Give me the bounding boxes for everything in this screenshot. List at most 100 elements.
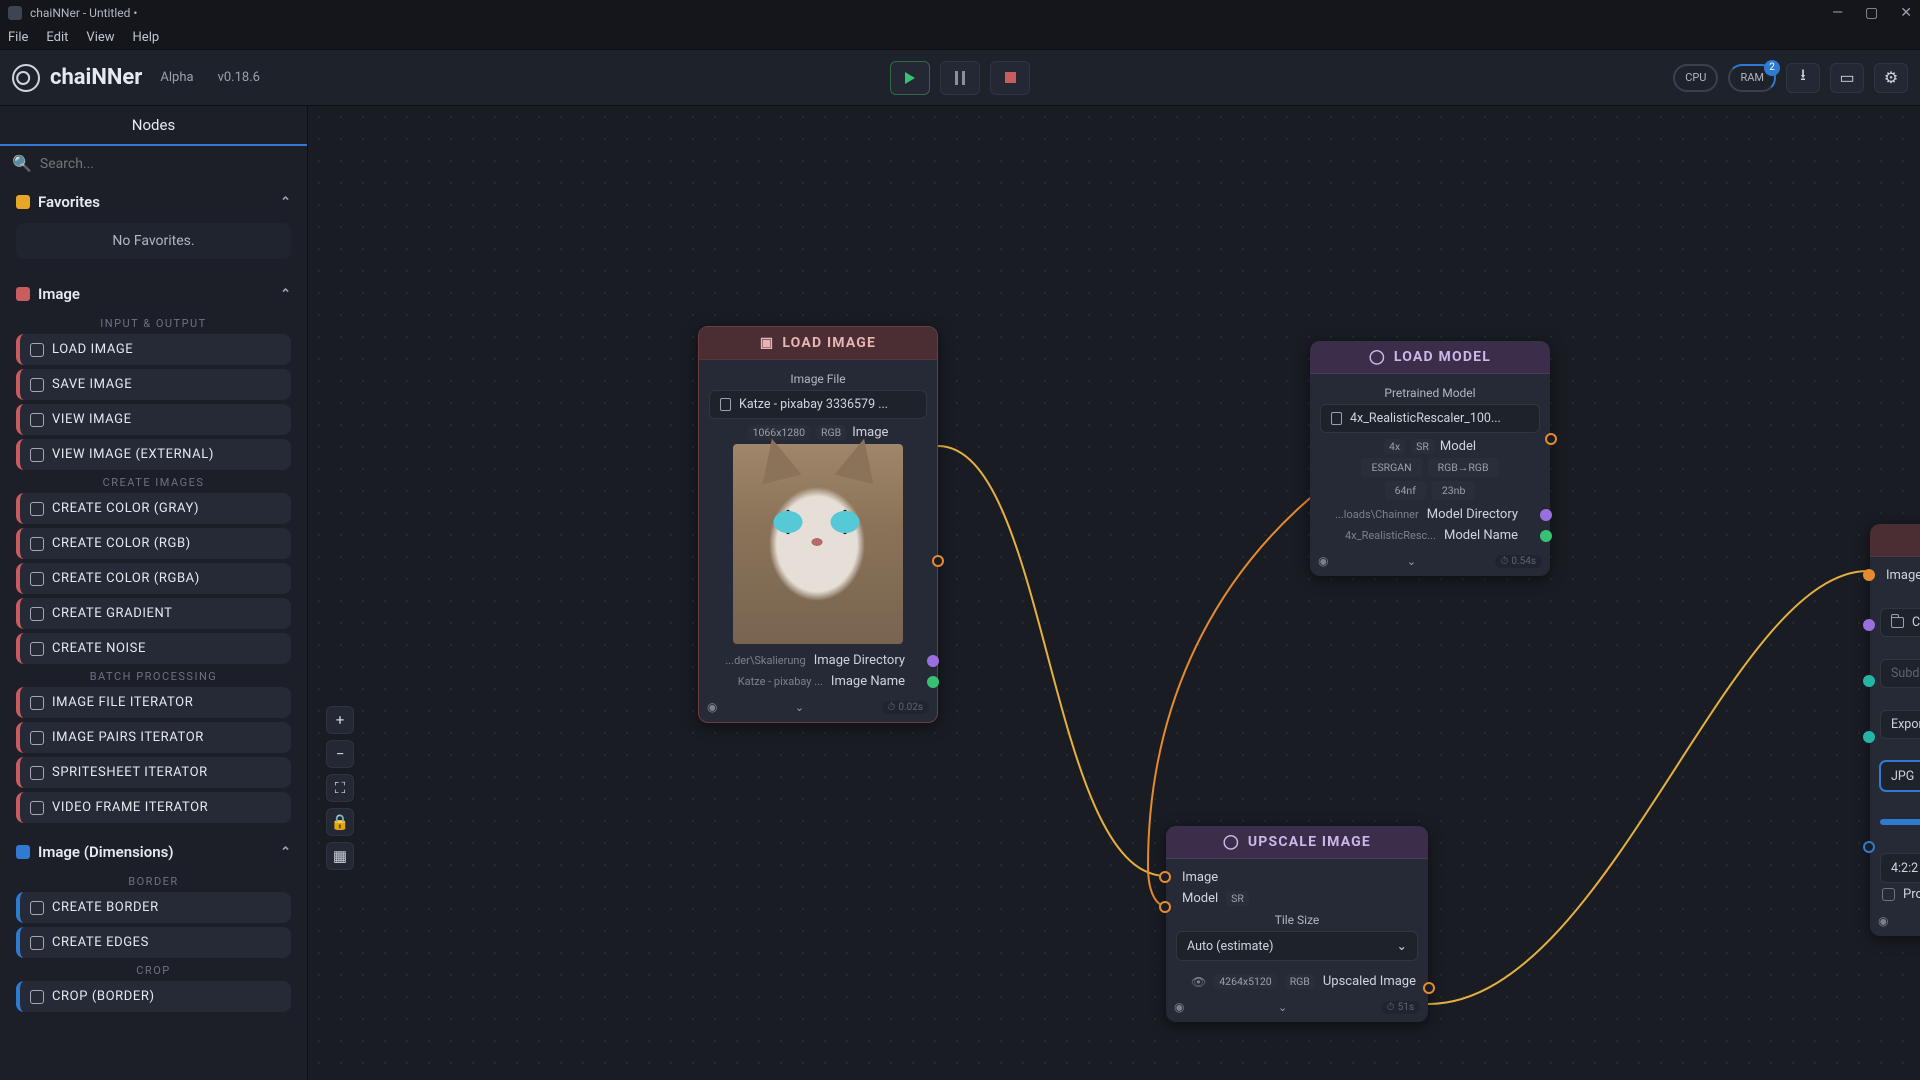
zoom-out-button[interactable]: −: [326, 740, 354, 768]
node-header[interactable]: ◯ LOAD MODEL: [1310, 341, 1550, 374]
image-header[interactable]: Image ⌃: [10, 277, 297, 311]
sidebar-tab-nodes[interactable]: Nodes: [0, 106, 307, 146]
sidebar-item-create-rgba[interactable]: CREATE COLOR (RGBA): [16, 563, 291, 594]
output-port-name[interactable]: [927, 676, 939, 688]
dimensions-title: Image (Dimensions): [38, 843, 174, 861]
zoom-in-button[interactable]: +: [326, 706, 354, 734]
sidebar-item-crop-border[interactable]: CROP (BORDER): [16, 981, 291, 1012]
node-icon: [30, 343, 44, 357]
input-port-subdir[interactable]: [1863, 675, 1875, 687]
sidebar-item-view-image-external[interactable]: VIEW IMAGE (EXTERNAL): [16, 439, 291, 470]
screenshot-button[interactable]: ▭: [1830, 63, 1864, 93]
preview-toggle[interactable]: ◉: [1318, 554, 1328, 568]
collapse-toggle[interactable]: ⌄: [1407, 555, 1416, 568]
edges: [308, 106, 1920, 1080]
favorites-header[interactable]: Favorites ⌃: [10, 185, 297, 219]
folder-icon: [1891, 617, 1904, 628]
canvas[interactable]: ▣ LOAD IMAGE Image File Katze - pixabay …: [308, 106, 1920, 1080]
progressive-row[interactable]: Progressive: [1880, 883, 1920, 906]
dir-hint: ...der\Skalierung: [725, 654, 805, 667]
menubar: File Edit View Help: [0, 26, 1920, 50]
input-port-quality[interactable]: [1863, 841, 1875, 853]
basedir-input[interactable]: C:\Users\stefa\4eck Me...: [1880, 608, 1920, 637]
download-button[interactable]: ⭳: [1786, 63, 1820, 93]
menu-file[interactable]: File: [8, 30, 28, 45]
collapse-toggle[interactable]: ⌄: [1278, 1001, 1287, 1014]
tile-select[interactable]: Auto (estimate) ⌄: [1176, 931, 1418, 961]
search-input[interactable]: [40, 156, 295, 172]
lock-button[interactable]: 🔒: [326, 808, 354, 836]
node-icon: [30, 990, 44, 1004]
output-port-model-name[interactable]: [1540, 530, 1552, 542]
section-dimensions: Image (Dimensions) ⌃ BORDER CREATE BORDE…: [0, 831, 307, 1020]
preview-toggle[interactable]: ◉: [707, 700, 717, 714]
sidebar-item-create-gradient[interactable]: CREATE GRADIENT: [16, 598, 291, 629]
input-port-basedir[interactable]: [1863, 619, 1875, 631]
model-file-label: Pretrained Model: [1320, 386, 1540, 400]
ext-select[interactable]: JPG ⌄: [1880, 761, 1920, 791]
stop-button[interactable]: [990, 61, 1030, 95]
output-port-image[interactable]: [932, 555, 944, 567]
menu-edit[interactable]: Edit: [46, 30, 68, 45]
fit-button[interactable]: ⛶: [326, 774, 354, 802]
preview-toggle[interactable]: ◉: [1878, 914, 1888, 928]
dimensions-header[interactable]: Image (Dimensions) ⌃: [10, 835, 297, 869]
input-port-model[interactable]: [1159, 901, 1171, 913]
node-save-image[interactable]: 💾 SAVE IMAGE Image Base Directory C:\Use…: [1870, 524, 1920, 936]
sidebar-item-video-iterator[interactable]: VIDEO FRAME ITERATOR: [16, 792, 291, 823]
sidebar-item-create-gray[interactable]: CREATE COLOR (GRAY): [16, 493, 291, 524]
run-button[interactable]: [890, 61, 930, 95]
output-port-directory[interactable]: [927, 655, 939, 667]
preview-toggle[interactable]: ◉: [1174, 1000, 1184, 1014]
menu-view[interactable]: View: [86, 30, 114, 45]
node-upscale-image[interactable]: ◯ UPSCALE IMAGE Image Model SR Tile Size…: [1166, 826, 1428, 1022]
file-input[interactable]: Katze - pixabay 3336579 ...: [709, 390, 927, 419]
node-icon: [30, 936, 44, 950]
output-port-upscaled[interactable]: [1423, 982, 1435, 994]
grid-button[interactable]: ▦: [326, 842, 354, 870]
sidebar-item-spritesheet-iterator[interactable]: SPRITESHEET ITERATOR: [16, 757, 291, 788]
node-header[interactable]: ▣ LOAD IMAGE: [699, 327, 937, 360]
node-load-model[interactable]: ◯ LOAD MODEL Pretrained Model 4x_Realist…: [1310, 341, 1550, 576]
sidebar-item-save-image[interactable]: SAVE IMAGE: [16, 369, 291, 400]
sidebar-item-create-noise[interactable]: CREATE NOISE: [16, 633, 291, 664]
imgname-input[interactable]: Export Katze: [1880, 710, 1920, 739]
progressive-checkbox[interactable]: [1882, 888, 1895, 901]
sidebar-item-create-edges[interactable]: CREATE EDGES: [16, 927, 291, 958]
file-icon: [720, 398, 731, 411]
sidebar-item-pairs-iterator[interactable]: IMAGE PAIRS ITERATOR: [16, 722, 291, 753]
node-header[interactable]: ◯ UPSCALE IMAGE: [1166, 826, 1428, 859]
quality-slider[interactable]: 95 ▲▼: [1880, 813, 1920, 831]
sidebar-item-view-image[interactable]: VIEW IMAGE: [16, 404, 291, 435]
model-file-input[interactable]: 4x_RealisticRescaler_100...: [1320, 404, 1540, 433]
maximize-button[interactable]: ▢: [1865, 5, 1878, 21]
tile-label: Tile Size: [1176, 913, 1418, 927]
cpu-monitor[interactable]: CPU: [1673, 64, 1718, 92]
node-load-image[interactable]: ▣ LOAD IMAGE Image File Katze - pixabay …: [698, 326, 938, 723]
output-port-model-dir[interactable]: [1540, 509, 1552, 521]
node-header[interactable]: 💾 SAVE IMAGE: [1870, 524, 1920, 557]
input-port-image[interactable]: [1159, 871, 1171, 883]
preview-icon[interactable]: 👁: [1191, 975, 1206, 989]
upscaled-dims: 4264x5120: [1214, 974, 1276, 989]
chroma-select[interactable]: 4:2:2 ⌄: [1880, 853, 1920, 883]
settings-button[interactable]: ⚙: [1874, 63, 1908, 93]
output-port-model[interactable]: [1545, 433, 1557, 445]
upscale-icon: ◯: [1223, 834, 1240, 850]
name-hint: Katze - pixabay ...: [738, 675, 823, 688]
node-icon: [30, 766, 44, 780]
sidebar-item-create-border[interactable]: CREATE BORDER: [16, 892, 291, 923]
node-label: CROP (BORDER): [52, 989, 155, 1004]
sidebar-item-load-image[interactable]: LOAD IMAGE: [16, 334, 291, 365]
minimize-button[interactable]: —: [1832, 5, 1843, 21]
sidebar-item-file-iterator[interactable]: IMAGE FILE ITERATOR: [16, 687, 291, 718]
sidebar-item-create-rgb[interactable]: CREATE COLOR (RGB): [16, 528, 291, 559]
input-port-name[interactable]: [1863, 731, 1875, 743]
close-button[interactable]: ✕: [1900, 5, 1912, 21]
subdir-input[interactable]: Subdirectory Path: [1880, 659, 1920, 688]
collapse-toggle[interactable]: ⌄: [795, 701, 804, 714]
ram-monitor[interactable]: RAM2: [1728, 64, 1776, 92]
input-port-image[interactable]: [1863, 569, 1875, 581]
pause-button[interactable]: [940, 61, 980, 95]
menu-help[interactable]: Help: [133, 30, 160, 45]
